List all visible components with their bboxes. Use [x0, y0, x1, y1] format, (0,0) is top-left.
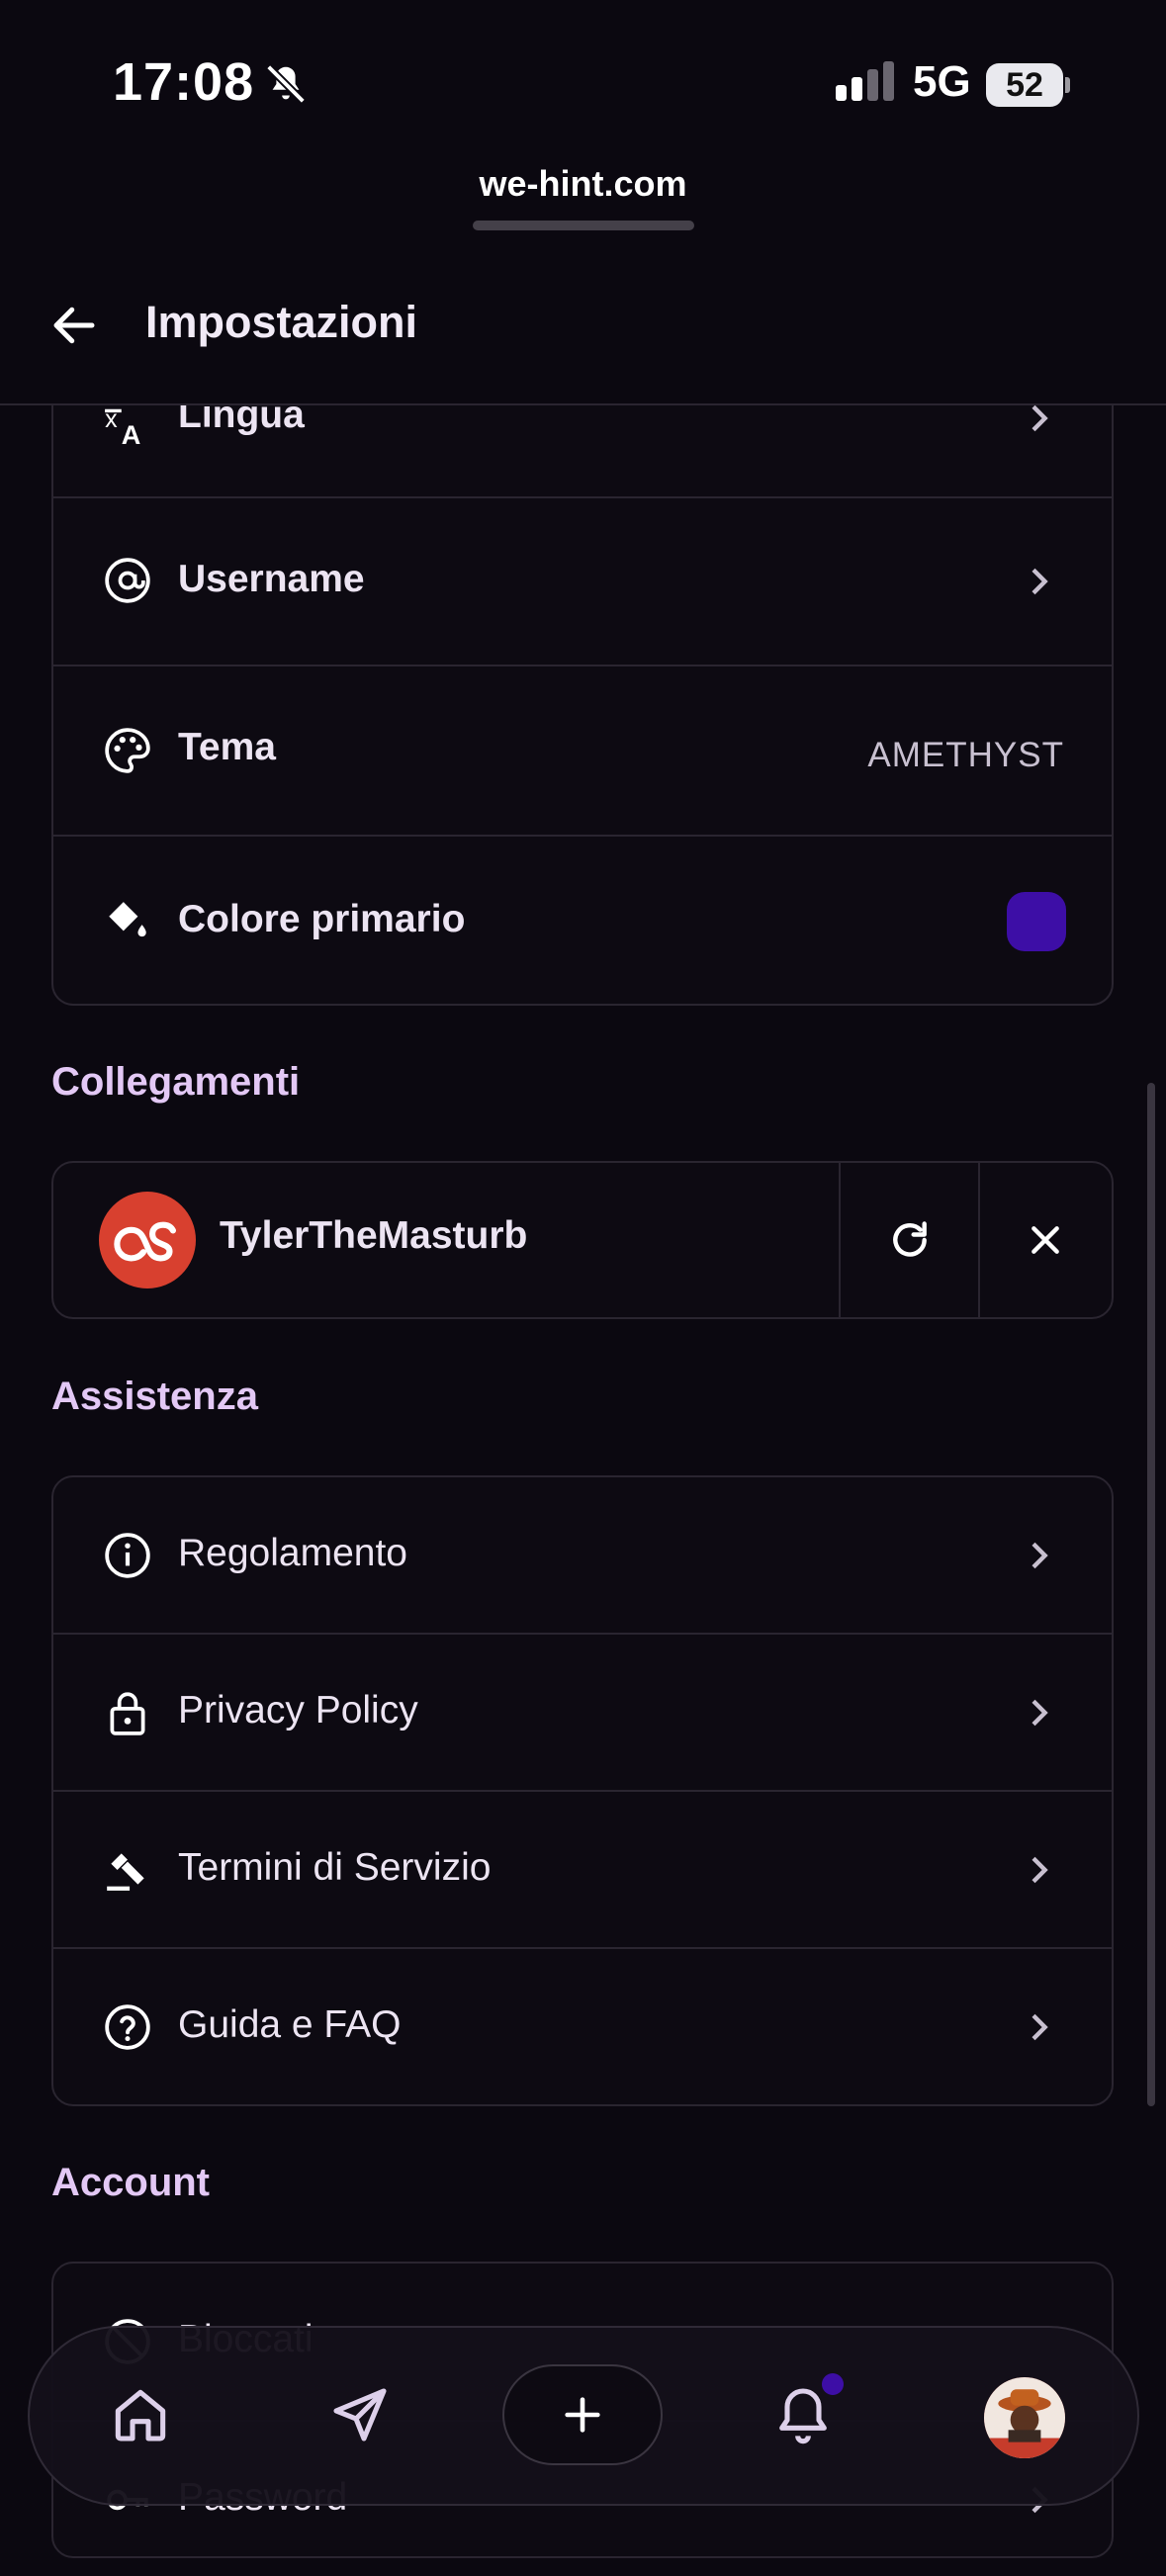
at-icon [105, 558, 150, 603]
support-item-label: Termini di Servizio [178, 1846, 492, 1889]
settings-item-label: Username [178, 558, 365, 600]
chevron-right-icon [1031, 1542, 1048, 1569]
notification-dot [822, 2373, 844, 2395]
home-icon[interactable] [109, 2383, 172, 2446]
section-title-support: Assistenza [51, 1375, 258, 1418]
translate-icon: x A [105, 405, 141, 450]
signal-icon [836, 61, 899, 101]
refresh-account-button[interactable] [841, 1163, 978, 1317]
network-type: 5G [913, 57, 971, 106]
linked-account-name: TylerTheMasturb [220, 1214, 528, 1257]
support-item-label: Privacy Policy [178, 1689, 418, 1732]
lastfm-icon [99, 1192, 196, 1288]
settings-item-theme[interactable]: Tema AMETHYST [51, 665, 1114, 835]
theme-value: AMETHYST [867, 736, 1064, 774]
primary-color-swatch[interactable] [1007, 892, 1066, 951]
chevron-right-icon [1031, 1856, 1048, 1884]
section-title-account: Account [51, 2161, 210, 2204]
address-bar-url[interactable]: we-hint.com [0, 163, 1166, 205]
lock-icon [110, 1692, 145, 1735]
back-arrow-icon[interactable] [47, 299, 101, 352]
bell-muted-icon [266, 64, 306, 104]
plus-icon [565, 2397, 600, 2433]
palette-icon [105, 728, 150, 773]
status-time: 17:08 [113, 52, 255, 112]
unlink-account-button[interactable] [980, 1163, 1112, 1317]
svg-text:A: A [122, 419, 141, 450]
support-item-label: Regolamento [178, 1532, 407, 1574]
gavel-icon [107, 1853, 144, 1891]
settings-item-label: Tema [178, 726, 276, 768]
settings-item-label: Colore primario [178, 898, 466, 940]
refresh-icon [893, 1221, 927, 1257]
battery-icon: 52 [986, 63, 1063, 107]
section-title-links: Collegamenti [51, 1060, 301, 1104]
support-item-label: Guida e FAQ [178, 2003, 402, 2046]
chevron-right-icon [1031, 1699, 1048, 1727]
support-item-faq[interactable]: Guida e FAQ [51, 1947, 1114, 2104]
page-title: Impostazioni [145, 297, 418, 347]
chevron-right-icon [1031, 2013, 1048, 2041]
settings-item-primary-color[interactable]: Colore primario [51, 835, 1114, 1005]
chevron-right-icon [1031, 568, 1048, 595]
help-icon [105, 2004, 150, 2050]
address-bar-underline [473, 221, 694, 230]
support-item-privacy[interactable]: Privacy Policy [51, 1633, 1114, 1790]
support-item-terms[interactable]: Termini di Servizio [51, 1790, 1114, 1947]
paint-bucket-icon [109, 902, 146, 937]
settings-item-username[interactable]: Username [51, 496, 1114, 665]
close-icon [1031, 1226, 1059, 1254]
support-item-rules[interactable]: Regolamento [51, 1477, 1114, 1634]
scrollbar[interactable] [1147, 1083, 1155, 2106]
battery-tip [1065, 77, 1070, 93]
create-post-button[interactable] [502, 2364, 663, 2465]
send-icon[interactable] [328, 2383, 392, 2446]
info-icon [105, 1533, 150, 1578]
avatar[interactable] [984, 2377, 1065, 2458]
